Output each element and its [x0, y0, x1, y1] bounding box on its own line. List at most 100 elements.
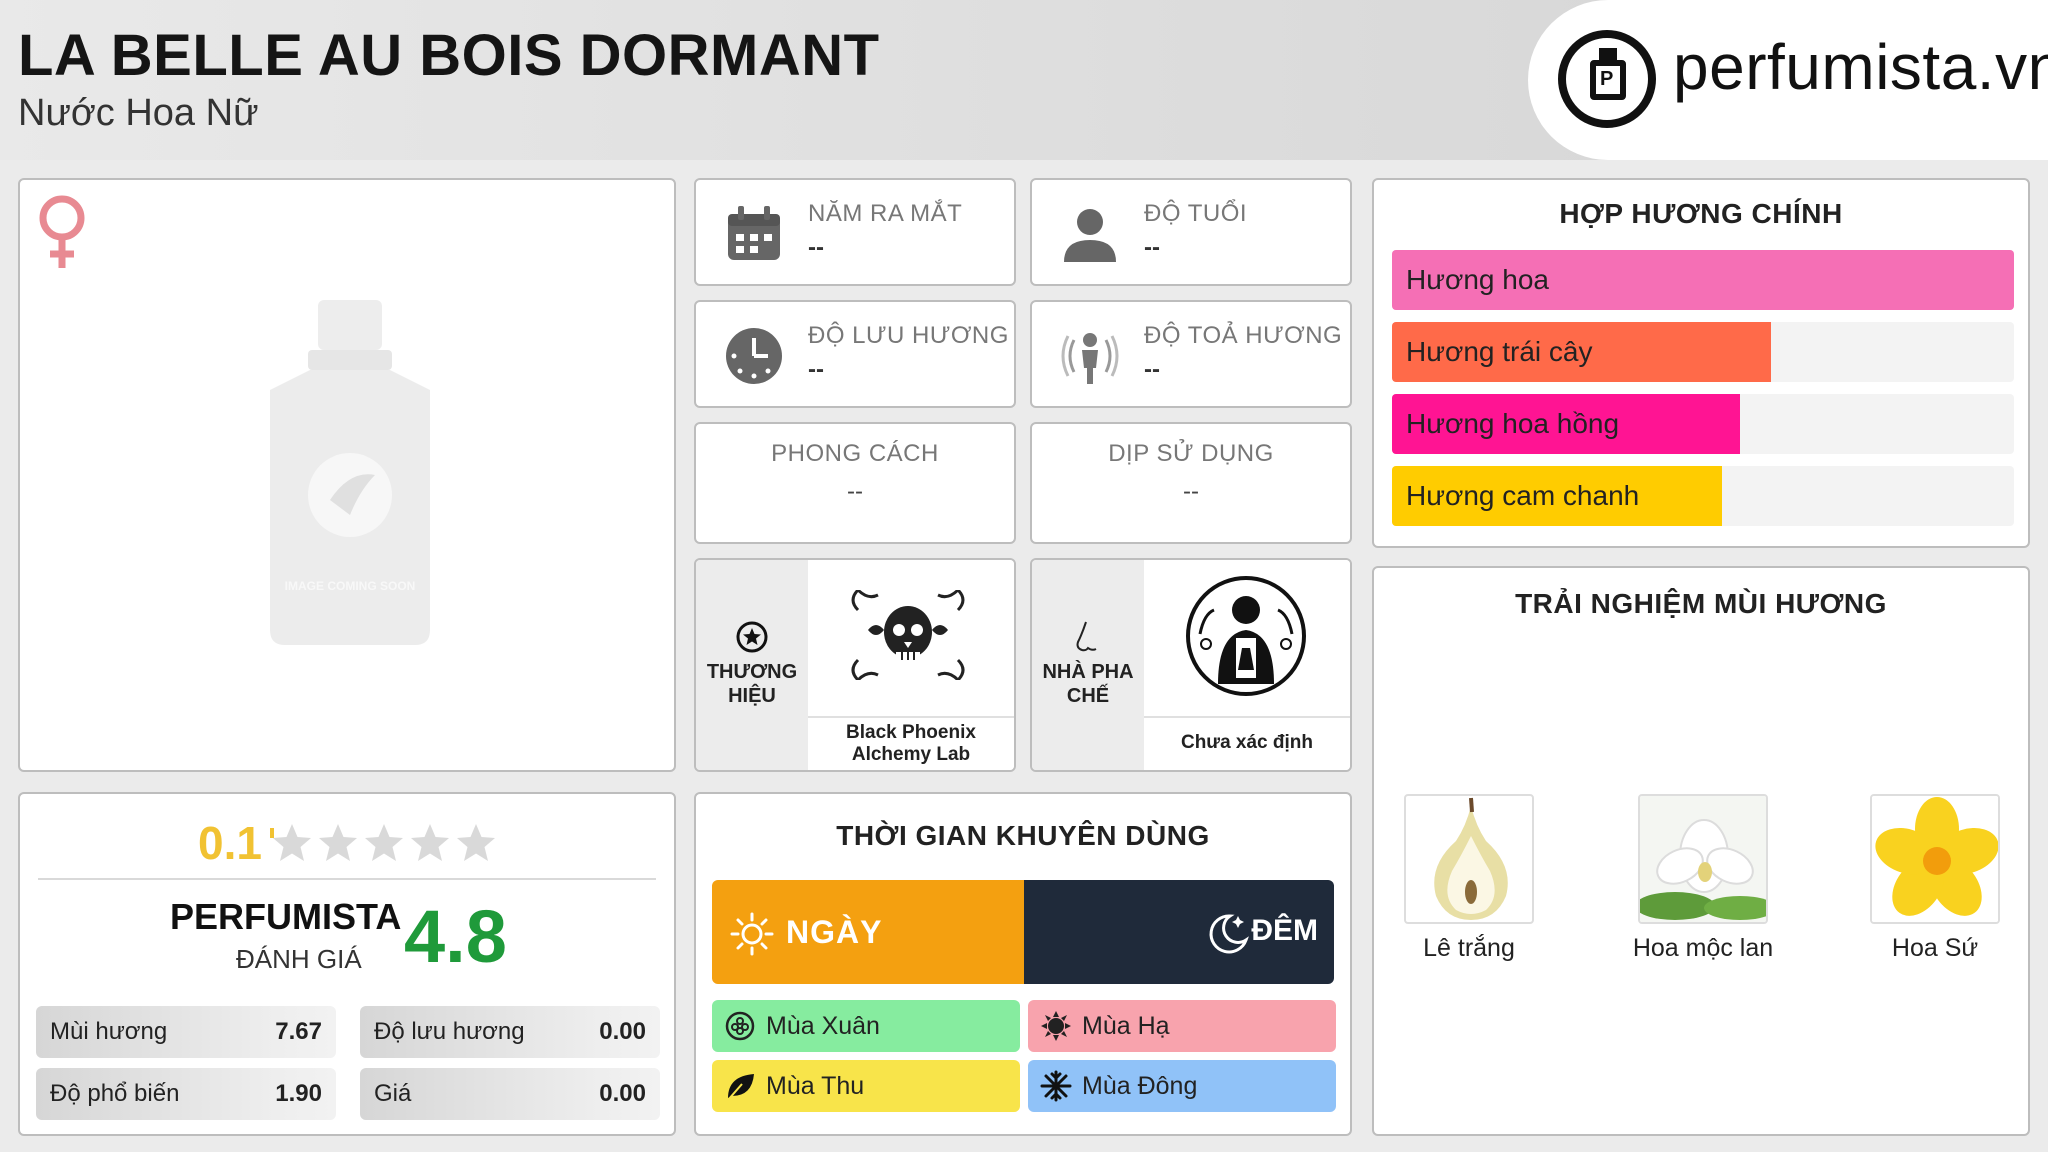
- star-icon: [457, 824, 495, 861]
- day-night-bar: NGÀY ĐÊM: [712, 880, 1334, 984]
- perfumer-label: NHÀ PHA CHẾ: [1042, 661, 1134, 707]
- magnolia-image: [1638, 794, 1768, 924]
- scent-experience-title: TRẢI NGHIỆM MÙI HƯƠNG: [1515, 588, 1887, 619]
- perfumer-tile[interactable]: NHÀ PHA CHẾ Chưa xác định: [1030, 558, 1352, 772]
- sillage-value: --: [1144, 356, 1160, 383]
- brand-name: Black Phoenix Alchemy Lab: [808, 716, 1014, 770]
- release-year-value: --: [808, 234, 824, 261]
- perfumista-rating-sublabel: ĐÁNH GIÁ: [236, 944, 362, 974]
- note-label: Hoa Sứ: [1891, 934, 1979, 962]
- page-header: LA BELLE AU BOIS DORMANT Nước Hoa Nữ P p…: [0, 0, 2048, 160]
- brand-logo-image: [808, 560, 1014, 712]
- metric-label: Độ phổ biến: [50, 1080, 180, 1107]
- season-label: Mùa Hạ: [1082, 1012, 1170, 1040]
- metric-price: Giá 0.00: [360, 1068, 660, 1120]
- note-item-magnolia[interactable]: Hoa mộc lan: [1608, 794, 1798, 963]
- perfumista-score: 4.8: [404, 895, 507, 978]
- sun-icon: [1041, 1011, 1071, 1041]
- season-summer: Mùa Hạ: [1028, 1000, 1336, 1052]
- style-label: PHONG CÁCH: [771, 440, 939, 467]
- age-value: --: [1144, 234, 1160, 261]
- longevity-label: ĐỘ LƯU HƯƠNG: [808, 322, 1009, 349]
- nose-icon: [1076, 621, 1097, 652]
- accord-bar: Hương hoa hồng: [1392, 394, 2014, 454]
- season-spring: Mùa Xuân: [712, 1000, 1020, 1052]
- accord-bar: Hương cam chanh: [1392, 466, 2014, 526]
- age-label: ĐỘ TUỔI: [1144, 200, 1248, 227]
- metric-label: Mùi hương: [50, 1018, 168, 1045]
- rating-panel: 0.1 PERFUMISTA ĐÁNH GIÁ 4.8 Mùi hương 7.…: [18, 792, 676, 1136]
- scent-experience-panel: TRẢI NGHIỆM MÙI HƯƠNG Lê trắng Hoa mộc l…: [1372, 566, 2030, 1136]
- sun-outline-icon: [730, 912, 774, 956]
- leaf-icon: [727, 1074, 754, 1101]
- star-icon: [319, 824, 357, 861]
- release-year-tile: NĂM RA MẮT --: [694, 178, 1016, 286]
- main-accords-title: HỢP HƯƠNG CHÍNH: [1559, 198, 1843, 229]
- accord-bar: Hương trái cây: [1392, 322, 2014, 382]
- brand-logo[interactable]: P perfumista.vn: [1528, 0, 2048, 160]
- accord-label: Hương cam chanh: [1406, 480, 1640, 511]
- style-value: --: [847, 478, 863, 505]
- person-icon: [1064, 209, 1116, 262]
- star-icon: [411, 824, 449, 861]
- metric-label: Độ lưu hương: [374, 1018, 525, 1045]
- recommended-time-title: THỜI GIAN KHUYÊN DÙNG: [836, 820, 1210, 851]
- user-rating-score: 0.1: [198, 817, 262, 869]
- note-label: Lê trắng: [1423, 934, 1515, 962]
- occasion-value: --: [1183, 478, 1199, 505]
- accord-label: Hương hoa: [1406, 264, 1549, 295]
- note-item-frangipani[interactable]: Hoa Sứ: [1840, 794, 2030, 963]
- perfumer-label-cell: NHÀ PHA CHẾ: [1032, 560, 1144, 770]
- season-autumn: Mùa Thu: [712, 1060, 1020, 1112]
- star-fill: [270, 828, 274, 838]
- longevity-tile: ĐỘ LƯU HƯƠNG --: [694, 300, 1016, 408]
- star-rating[interactable]: [270, 816, 510, 872]
- release-year-label: NĂM RA MẮT: [808, 200, 963, 227]
- note-label: Hoa mộc lan: [1632, 934, 1774, 962]
- season-label: Mùa Thu: [766, 1072, 865, 1100]
- perfumista-rating-label: PERFUMISTA: [170, 896, 402, 937]
- pear-image: [1404, 794, 1534, 924]
- style-tile: PHONG CÁCH --: [694, 422, 1016, 544]
- age-tile: ĐỘ TUỔI --: [1030, 178, 1352, 286]
- metric-label: Giá: [374, 1080, 412, 1107]
- brand-label: THƯƠNG HIỆU: [706, 661, 798, 707]
- metric-longevity: Độ lưu hương 0.00: [360, 1006, 660, 1058]
- calendar-icon: [728, 206, 780, 260]
- perfumer-image: [1144, 560, 1350, 712]
- night-label: ĐÊM: [1251, 914, 1318, 947]
- brand-label-cell: THƯƠNG HIỆU: [696, 560, 808, 770]
- metric-value: 0.00: [599, 1080, 646, 1107]
- rating-divider: [38, 878, 656, 880]
- perfumer-name: Chưa xác định: [1144, 716, 1350, 770]
- placeholder-text: IMAGE COMING SOON: [285, 579, 416, 593]
- season-label: Mùa Xuân: [766, 1012, 880, 1040]
- main-accords-panel: HỢP HƯƠNG CHÍNH Hương hoa Hương trái cây H…: [1372, 178, 2030, 548]
- perfume-subtitle: Nước Hoa Nữ: [18, 92, 259, 134]
- season-label: Mùa Đông: [1082, 1072, 1198, 1100]
- star-icon: [365, 824, 403, 861]
- logo-text: perfumista.vn: [1673, 31, 2048, 103]
- snowflake-icon: [1040, 1070, 1072, 1102]
- recommended-time-panel: THỜI GIAN KHUYÊN DÙNG NGÀY ĐÊM Mùa Xuân …: [694, 792, 1352, 1136]
- sillage-tile: ĐỘ TOẢ HƯƠNG --: [1030, 300, 1352, 408]
- occasion-label: DỊP SỬ DỤNG: [1108, 440, 1274, 467]
- occasion-tile: DỊP SỬ DỤNG --: [1030, 422, 1352, 544]
- metric-scent: Mùi hương 7.67: [36, 1006, 336, 1058]
- season-winter: Mùa Đông: [1028, 1060, 1336, 1112]
- accord-label: Hương trái cây: [1406, 336, 1593, 367]
- clock-icon: [726, 328, 782, 384]
- perfume-title: LA BELLE AU BOIS DORMANT: [18, 23, 880, 88]
- note-item-white-pear[interactable]: Lê trắng: [1374, 794, 1564, 963]
- perfume-bottle-logo-icon: P: [1558, 30, 1656, 128]
- moon-stars-icon: [1209, 914, 1249, 954]
- day-label: NGÀY: [786, 914, 883, 950]
- aura-person-icon: [1061, 333, 1119, 384]
- metric-value: 7.67: [275, 1018, 322, 1045]
- brand-tile[interactable]: THƯƠNG HIỆU Black Phoenix Alchemy Lab: [694, 558, 1016, 772]
- placeholder-bottle-image: IMAGE COMING SOON: [270, 300, 430, 645]
- sillage-label: ĐỘ TOẢ HƯƠNG: [1144, 322, 1343, 349]
- metric-value: 0.00: [599, 1018, 646, 1045]
- accord-bar: Hương hoa: [1392, 250, 2014, 310]
- flower-badge-icon: [725, 1011, 755, 1041]
